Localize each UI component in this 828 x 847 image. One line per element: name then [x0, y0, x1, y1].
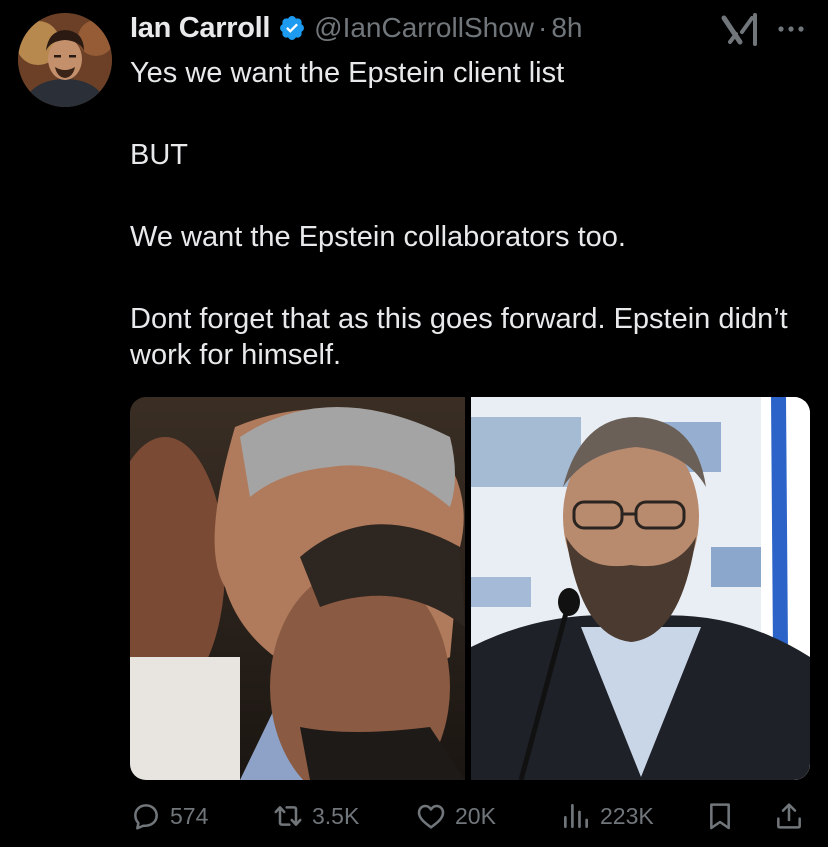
tweet[interactable]: Ian Carroll @IanCarrollShow · 8h Yes we … — [0, 0, 828, 847]
bookmark-icon — [710, 803, 730, 830]
timestamp[interactable]: 8h — [551, 12, 582, 44]
tweet-line: BUT — [130, 139, 188, 171]
tweet-text: Yes we want the Epstein client list BUT … — [130, 55, 800, 373]
more-icon[interactable] — [774, 16, 808, 42]
reply-count: 574 — [170, 802, 209, 829]
reply-icon — [134, 804, 158, 830]
like-icon — [417, 804, 445, 829]
share-button[interactable] — [773, 796, 805, 836]
like-count: 20K — [455, 802, 496, 829]
grok-icon[interactable] — [720, 12, 760, 48]
bookmark-button[interactable] — [704, 796, 736, 836]
avatar[interactable] — [18, 13, 112, 107]
media-photo[interactable] — [471, 397, 810, 780]
repost-button[interactable]: 3.5K — [272, 796, 359, 836]
repost-count: 3.5K — [312, 802, 360, 829]
share-icon — [777, 803, 801, 829]
separator: · — [537, 12, 548, 43]
tweet-header: Ian Carroll @IanCarrollShow · 8h — [130, 8, 582, 48]
media-photo[interactable] — [130, 397, 465, 780]
tweet-media[interactable] — [130, 397, 810, 780]
verified-badge-icon — [280, 16, 305, 40]
display-name[interactable]: Ian Carroll — [130, 12, 270, 45]
views-button[interactable]: 223K — [560, 796, 654, 836]
views-count: 223K — [600, 802, 654, 829]
handle[interactable]: @IanCarrollShow — [314, 12, 534, 44]
reply-button[interactable]: 574 — [130, 796, 208, 836]
views-icon — [564, 804, 588, 828]
tweet-line: We want the Epstein collaborators too. — [130, 221, 626, 253]
like-button[interactable]: 20K — [415, 796, 496, 836]
repost-icon — [274, 806, 302, 826]
tweet-line: Yes we want the Epstein client list — [130, 57, 565, 89]
action-bar: 574 3.5K 20K 223K — [130, 796, 810, 836]
tweet-line: Dont forget that as this goes forward. E… — [130, 303, 788, 371]
